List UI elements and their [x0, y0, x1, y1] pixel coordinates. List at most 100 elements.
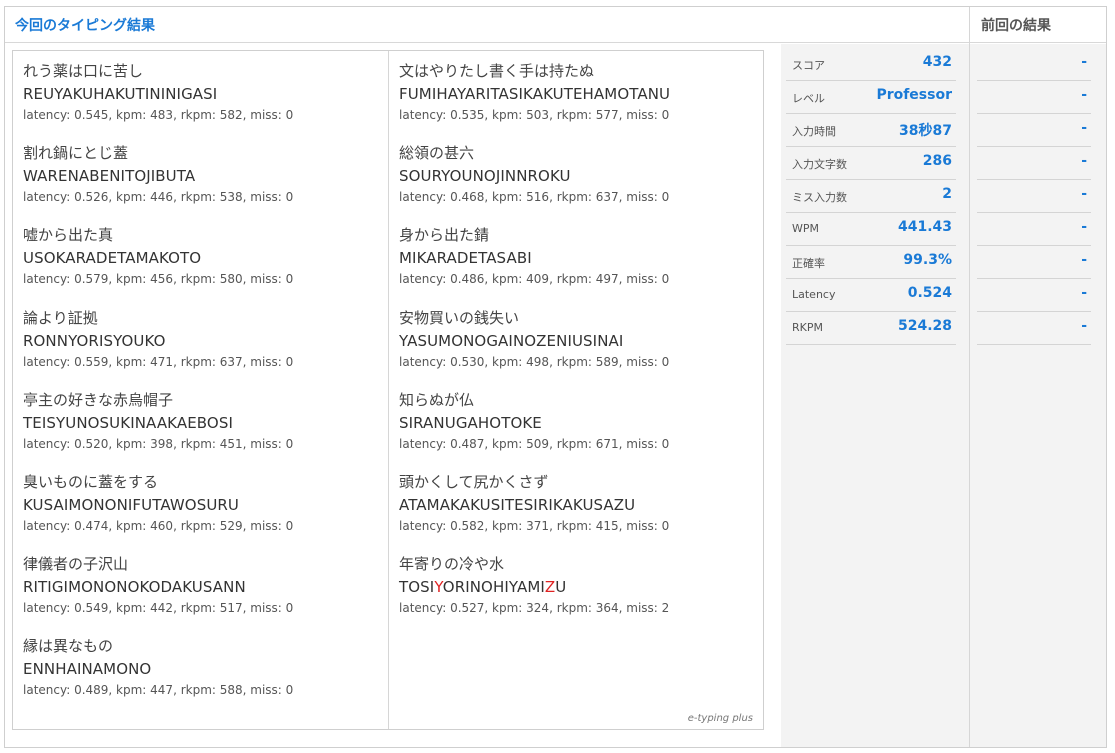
stat-value: 432 [922, 54, 952, 70]
previous-row: - [977, 246, 1091, 279]
word-japanese: 亭主の好きな赤烏帽子 [23, 390, 174, 409]
list-item: 知らぬが仏 SIRANUGAHOTOKE latency: 0.487, kpm… [399, 388, 759, 470]
stat-value: 441.43 [897, 219, 952, 235]
word-metrics: latency: 0.545, kpm: 483, rkpm: 582, mis… [23, 108, 294, 122]
word-japanese: 身から出た錆 [399, 226, 490, 245]
previous-row: - [977, 147, 1091, 180]
previous-row: - [977, 213, 1091, 246]
previous-row: - [977, 48, 1091, 81]
stat-row-level: レベル Professor [786, 81, 956, 114]
previous-value: - [1081, 87, 1087, 103]
list-item: 亭主の好きな赤烏帽子 TEISYUNOSUKINAAKAEBOSI latenc… [23, 388, 383, 470]
list-item: 割れ鍋にとじ蓋 WARENABENITOJIBUTA latency: 0.52… [23, 141, 383, 223]
stat-value: 38秒87 [899, 123, 952, 139]
stat-label: RKPM [792, 321, 823, 334]
list-item: 身から出た錆 MIKARADETASABI latency: 0.486, kp… [399, 223, 759, 305]
current-result-title: 今回のタイピング結果 [5, 7, 969, 43]
romaji-segment: ORINOHIYAMI [442, 578, 545, 597]
stat-row-accuracy: 正確率 99.3% [786, 246, 956, 279]
word-japanese: 嘘から出た真 [23, 226, 114, 245]
previous-result-title: 前回の結果 [970, 7, 1106, 43]
word-japanese: 臭いものに蓋をする [23, 472, 159, 491]
stat-value: 2 [942, 186, 952, 202]
stat-label: スコア [792, 59, 825, 72]
list-item: 年寄りの冷や水 TOSIYORINOHIYAMIZU latency: 0.52… [399, 552, 759, 634]
word-romaji: ATAMAKAKUSITESIRIKAKUSAZU [399, 495, 636, 514]
word-metrics: latency: 0.527, kpm: 324, rkpm: 364, mis… [399, 601, 670, 616]
word-japanese: 文はやりたし書く手は持たぬ [399, 62, 595, 80]
stat-row-wpm: WPM 441.43 [786, 213, 956, 246]
word-metrics: latency: 0.468, kpm: 516, rkpm: 637, mis… [399, 190, 670, 205]
word-metrics: latency: 0.530, kpm: 498, rkpm: 589, mis… [399, 354, 670, 369]
previous-value: - [1081, 54, 1087, 70]
list-item: 臭いものに蓋をする KUSAIMONONIFUTAWOSURU latency:… [23, 470, 383, 552]
word-romaji: SIRANUGAHOTOKE [399, 413, 542, 432]
word-japanese: 知らぬが仏 [399, 390, 475, 409]
list-item: 論より証拠 RONNYORISYOUKO latency: 0.559, kpm… [23, 306, 383, 388]
word-japanese: 安物買いの銭失い [399, 308, 520, 327]
previous-stats-table: - - - - - - - - - [977, 48, 1091, 345]
romaji-segment: U [555, 578, 567, 597]
stat-value: 524.28 [897, 318, 952, 334]
stat-row-latency: Latency 0.524 [786, 279, 956, 312]
previous-row: - [977, 180, 1091, 213]
word-romaji: TEISYUNOSUKINAAKAEBOSI [23, 413, 233, 432]
stat-row-characters: 入力文字数 286 [786, 147, 956, 180]
miss-letter: Z [544, 578, 556, 597]
word-romaji: RITIGIMONONOKODAKUSANN [23, 578, 246, 597]
stats-table: スコア 432 レベル Professor 入力時間 38秒87 入力文字数 2… [786, 48, 956, 345]
previous-row: - [977, 114, 1091, 147]
previous-value: - [1081, 318, 1087, 334]
word-romaji: SOURYOUNOJINNROKU [399, 167, 571, 186]
previous-value: - [1081, 219, 1087, 235]
word-romaji: MIKARADETASABI [399, 249, 532, 268]
list-item: れう薬は口に苦し REUYAKUHAKUTININIGASI latency: … [23, 59, 383, 141]
stat-value: 286 [922, 153, 952, 169]
word-column-right: 文はやりたし書く手は持たぬ FUMIHAYARITASIKAKUTEHAMOTA… [399, 59, 759, 634]
word-japanese: 総領の甚六 [399, 144, 475, 163]
stat-label: レベル [792, 92, 825, 105]
word-metrics: latency: 0.549, kpm: 442, rkpm: 517, mis… [23, 601, 294, 616]
previous-value: - [1081, 153, 1087, 169]
word-romaji: FUMIHAYARITASIKAKUTEHAMOTANU [399, 85, 671, 103]
list-item: 文はやりたし書く手は持たぬ FUMIHAYARITASIKAKUTEHAMOTA… [399, 59, 759, 141]
previous-value: - [1081, 120, 1087, 136]
list-item: 嘘から出た真 USOKARADETAMAKOTO latency: 0.579,… [23, 223, 383, 305]
word-japanese: 頭かくして尻かくさず [399, 472, 549, 491]
word-romaji: TOSIYORINOHIYAMIZU [399, 576, 759, 598]
word-metrics: latency: 0.487, kpm: 509, rkpm: 671, mis… [399, 436, 670, 451]
word-metrics: latency: 0.520, kpm: 398, rkpm: 451, mis… [23, 436, 294, 451]
word-romaji: YASUMONOGAINOZENIUSINAI [399, 331, 624, 350]
word-column-left: れう薬は口に苦し REUYAKUHAKUTININIGASI latency: … [23, 59, 383, 717]
previous-value: - [1081, 252, 1087, 268]
miss-letter: Y [434, 578, 443, 597]
word-romaji: RONNYORISYOUKO [23, 331, 166, 350]
stat-value: Professor [876, 87, 952, 103]
word-metrics: latency: 0.535, kpm: 503, rkpm: 577, mis… [399, 108, 670, 122]
brand-label: e-typing plus [687, 713, 753, 724]
word-metrics: latency: 0.579, kpm: 456, rkpm: 580, mis… [23, 272, 294, 287]
list-item: 縁は異なもの ENNHAINAMONO latency: 0.489, kpm:… [23, 634, 383, 716]
stat-row-score: スコア 432 [786, 48, 956, 81]
stat-row-misses: ミス入力数 2 [786, 180, 956, 213]
word-romaji: ENNHAINAMONO [23, 660, 152, 679]
stat-label: Latency [792, 288, 836, 301]
word-romaji: WARENABENITOJIBUTA [23, 167, 196, 186]
word-metrics: latency: 0.582, kpm: 371, rkpm: 415, mis… [399, 518, 670, 533]
previous-value: - [1081, 285, 1087, 301]
word-japanese: れう薬は口に苦し [23, 62, 144, 80]
previous-row: - [977, 81, 1091, 114]
previous-row: - [977, 312, 1091, 345]
word-japanese: 年寄りの冷や水 [399, 555, 505, 574]
word-metrics: latency: 0.559, kpm: 471, rkpm: 637, mis… [23, 354, 294, 369]
word-romaji: KUSAIMONONIFUTAWOSURU [23, 495, 240, 514]
stat-label: WPM [792, 222, 820, 235]
word-metrics: latency: 0.489, kpm: 447, rkpm: 588, mis… [23, 683, 294, 698]
list-item: 頭かくして尻かくさず ATAMAKAKUSITESIRIKAKUSAZU lat… [399, 470, 759, 552]
word-metrics: latency: 0.474, kpm: 460, rkpm: 529, mis… [23, 518, 294, 533]
stat-value: 0.524 [907, 285, 952, 301]
stat-label: 入力文字数 [792, 158, 847, 171]
list-item: 安物買いの銭失い YASUMONOGAINOZENIUSINAI latency… [399, 306, 759, 388]
previous-value: - [1081, 186, 1087, 202]
word-japanese: 縁は異なもの [23, 637, 114, 656]
